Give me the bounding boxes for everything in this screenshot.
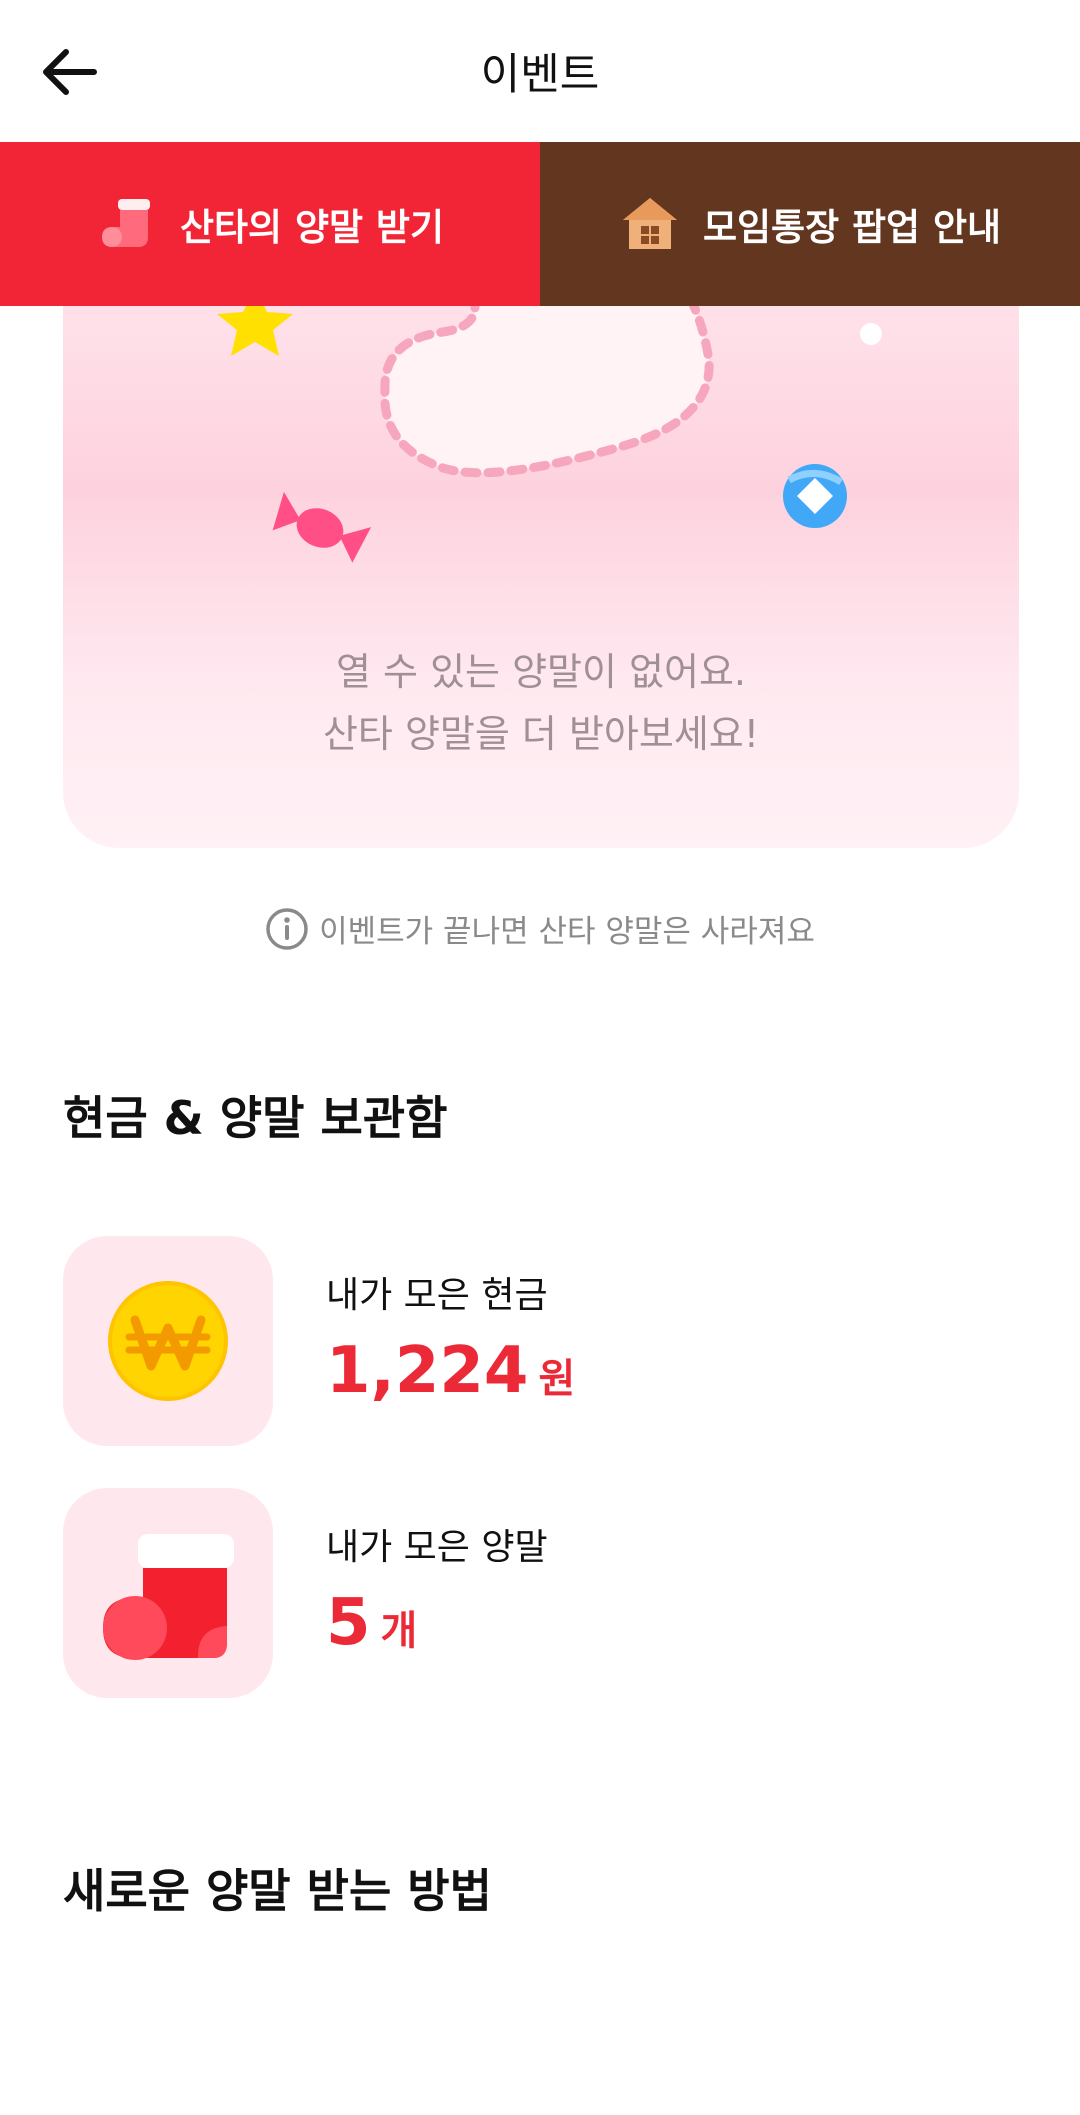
candy-icon [272, 491, 372, 563]
sock-stash-row[interactable]: 내가 모은 양말 5 개 [63, 1488, 1013, 1698]
header: 이벤트 [0, 0, 1080, 142]
cash-value: 1,224 [326, 1334, 529, 1408]
cash-unit: 원 [538, 1356, 576, 1402]
won-coin-icon [108, 1281, 228, 1401]
empty-sock-message: 열 수 있는 양말이 없어요. 산타 양말을 더 받아보세요! [63, 641, 1019, 765]
tab-santa-label: 산타의 양말 받기 [179, 206, 445, 249]
empty-message-line-2: 산타 양말을 더 받아보세요! [322, 712, 760, 756]
tab-bar: 산타의 양말 받기 모임통장 팝업 안내 [0, 142, 1080, 306]
cash-stash-row[interactable]: 내가 모은 현금 1,224 원 [63, 1236, 1013, 1446]
tab-popup-label: 모임통장 팝업 안내 [702, 206, 1002, 249]
sock-open-card: 열 수 있는 양말이 없어요. 산타 양말을 더 받아보세요! [63, 306, 1019, 848]
notice-text: 이벤트가 끝나면 산타 양말은 사라져요 [319, 914, 815, 950]
sock-count: 5 개 [326, 1586, 417, 1660]
page-title: 이벤트 [480, 50, 600, 100]
tab-popup-guide[interactable]: 모임통장 팝업 안내 [540, 142, 1080, 306]
cash-amount: 1,224 원 [326, 1334, 575, 1408]
snow-dot [860, 323, 882, 345]
sock-value: 5 [326, 1586, 371, 1660]
event-notice: 이벤트가 끝나면 산타 양말은 사라져요 [0, 906, 1080, 951]
cash-thumbnail [63, 1236, 273, 1446]
dashed-sock-outline [380, 306, 714, 478]
sock-icon [101, 199, 150, 247]
cash-label: 내가 모은 현금 [326, 1275, 548, 1316]
house-icon [622, 198, 677, 249]
how-to-section-title: 새로운 양말 받는 방법 [63, 1864, 492, 1918]
blue-candy-icon [783, 464, 847, 528]
tab-santa-socks[interactable]: 산타의 양말 받기 [0, 142, 540, 306]
info-icon [266, 907, 308, 950]
stash-section-title: 현금 & 양말 보관함 [63, 1091, 448, 1145]
star-icon [217, 306, 293, 356]
card-decoration [217, 306, 882, 563]
sock-unit: 개 [380, 1608, 418, 1654]
sock-thumbnail [63, 1488, 273, 1698]
sock-icon [103, 1534, 234, 1660]
sock-label: 내가 모은 양말 [326, 1527, 548, 1568]
empty-message-line-1: 열 수 있는 양말이 없어요. [336, 650, 746, 694]
